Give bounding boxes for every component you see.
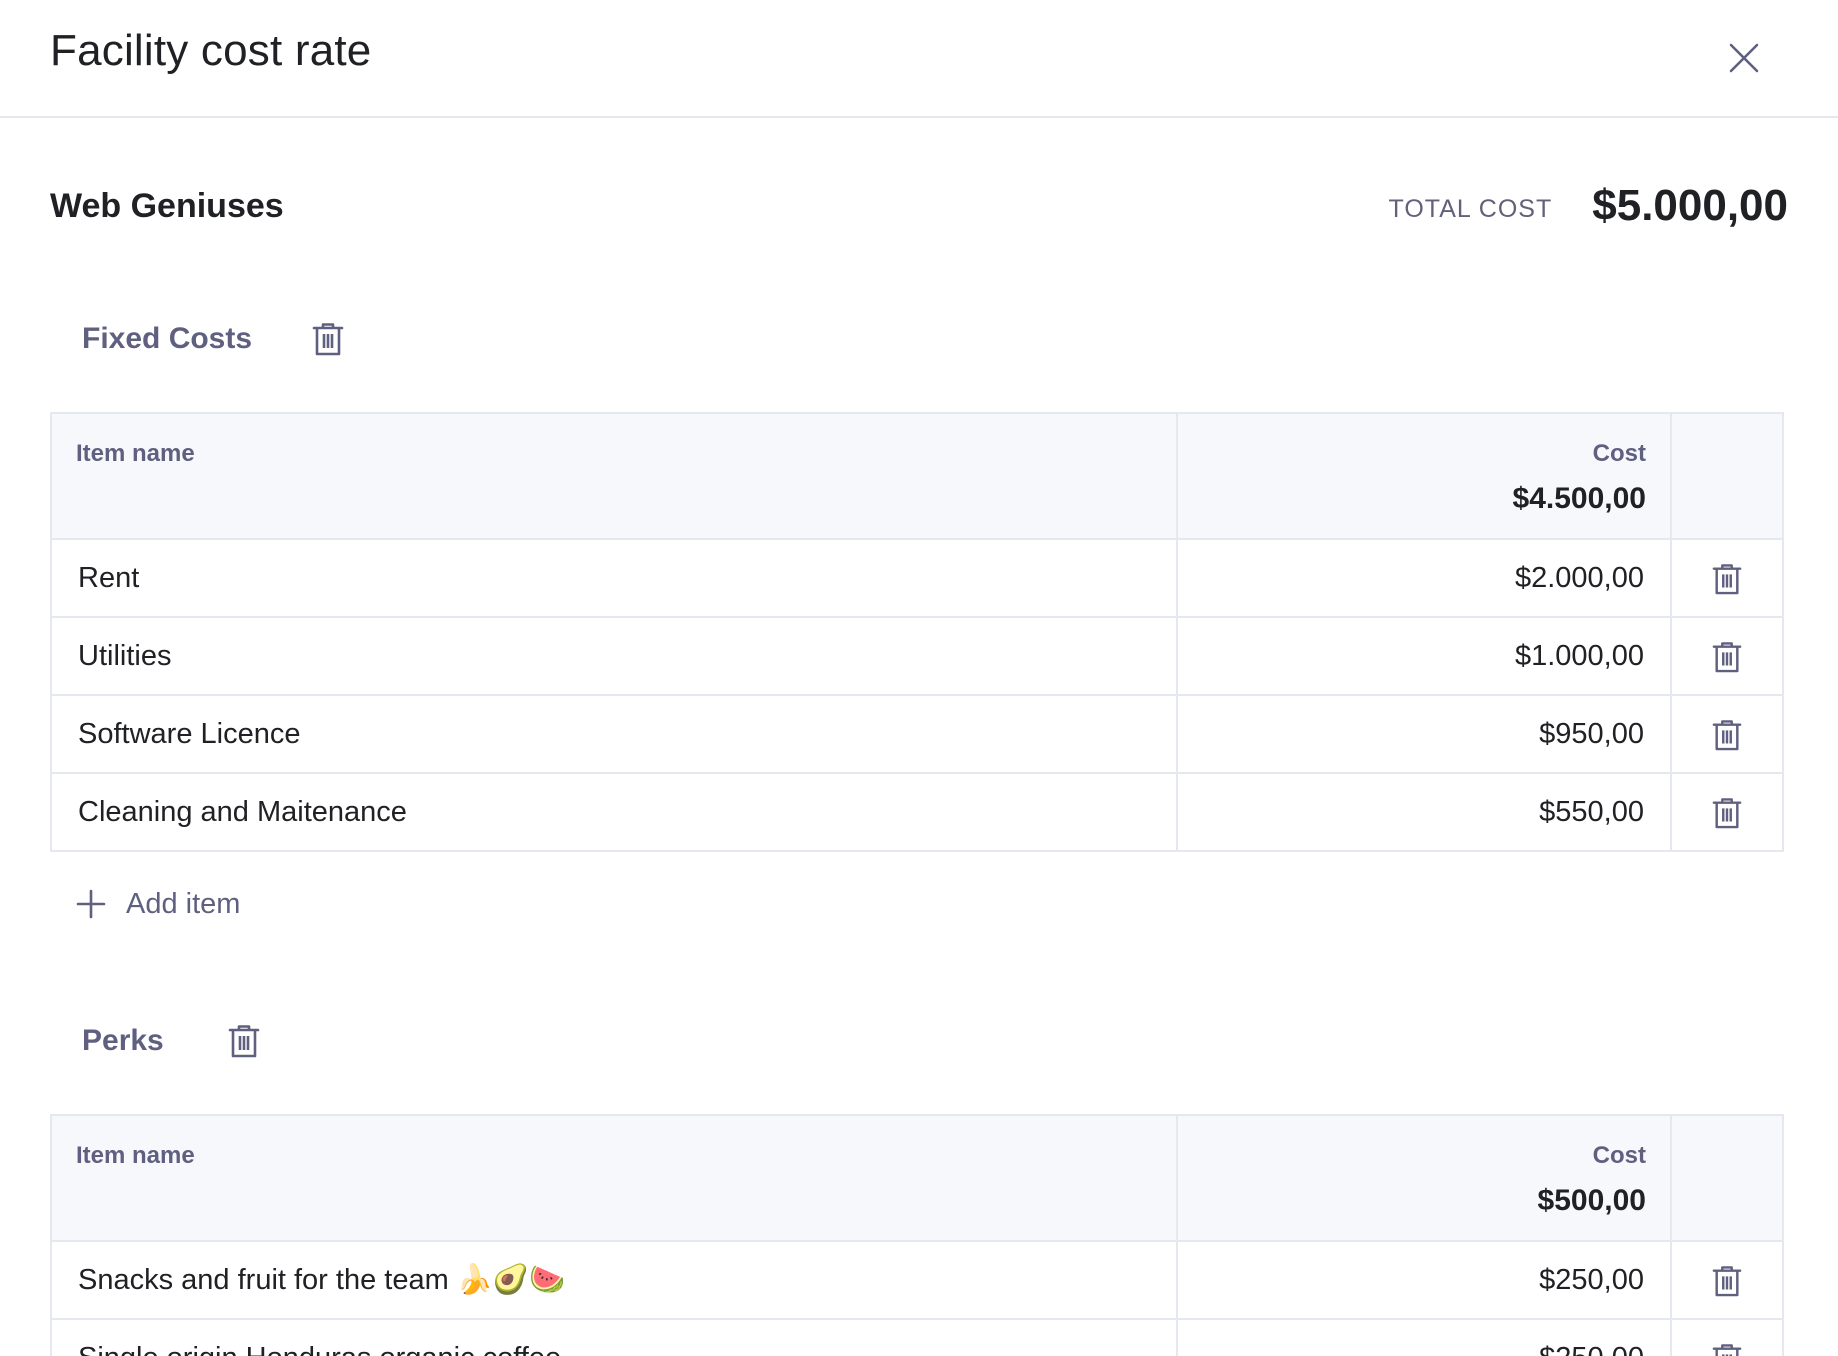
column-header-cost: Cost $4.500,00 bbox=[1176, 412, 1672, 540]
plus-icon bbox=[76, 889, 106, 919]
trash-icon bbox=[1712, 719, 1742, 751]
column-header-cost: Cost $500,00 bbox=[1176, 1114, 1672, 1242]
trash-icon bbox=[1712, 1343, 1742, 1356]
perks-header: Perks bbox=[50, 1008, 1788, 1074]
close-icon bbox=[1729, 43, 1759, 73]
cost-subtotal: $500,00 bbox=[1537, 1184, 1646, 1217]
table-header-row: Item name Cost $4.500,00 bbox=[50, 412, 1784, 540]
perks-title: Perks bbox=[82, 1024, 164, 1057]
trash-icon bbox=[1712, 641, 1742, 673]
total-cost-label: TOTAL COST bbox=[1388, 194, 1553, 223]
item-name[interactable]: Rent bbox=[50, 538, 1178, 618]
trash-icon bbox=[1712, 1265, 1742, 1297]
item-name[interactable]: Utilities bbox=[50, 616, 1178, 696]
table-header-row: Item name Cost $500,00 bbox=[50, 1114, 1784, 1242]
cost-label: Cost bbox=[1592, 1142, 1646, 1169]
column-header-actions bbox=[1670, 412, 1784, 540]
facility-cost-dialog: Facility cost rate Web Geniuses TOTAL CO… bbox=[0, 0, 1838, 1356]
item-cost[interactable]: $1.000,00 bbox=[1176, 616, 1672, 696]
trash-icon bbox=[1712, 797, 1742, 829]
item-cost[interactable]: $2.000,00 bbox=[1176, 538, 1672, 618]
perks-table: Item name Cost $500,00 Snacks and fruit … bbox=[50, 1114, 1784, 1356]
column-header-item-name: Item name bbox=[50, 1114, 1178, 1242]
table-row: Software Licence $950,00 bbox=[50, 694, 1784, 774]
table-row: Cleaning and Maitenance $550,00 bbox=[50, 772, 1784, 852]
fixed-costs-table: Item name Cost $4.500,00 Rent $2.000,00 … bbox=[50, 412, 1784, 852]
column-header-item-name: Item name bbox=[50, 412, 1178, 540]
table-row: Utilities $1.000,00 bbox=[50, 616, 1784, 696]
fixed-costs-header: Fixed Costs bbox=[50, 306, 1788, 372]
item-name[interactable]: Snacks and fruit for the team 🍌🥑🍉 bbox=[50, 1240, 1178, 1320]
table-row: Snacks and fruit for the team 🍌🥑🍉 $250,0… bbox=[50, 1240, 1784, 1320]
organization-name: Web Geniuses bbox=[50, 186, 284, 225]
item-name[interactable]: Cleaning and Maitenance bbox=[50, 772, 1178, 852]
delete-row-button[interactable] bbox=[1712, 797, 1742, 829]
item-cost[interactable]: $550,00 bbox=[1176, 772, 1672, 852]
trash-icon bbox=[312, 322, 344, 356]
cost-label: Cost bbox=[1592, 440, 1646, 467]
item-name[interactable]: Software Licence bbox=[50, 694, 1178, 774]
trash-icon bbox=[1712, 563, 1742, 595]
delete-row-button[interactable] bbox=[1712, 563, 1742, 595]
fixed-costs-title: Fixed Costs bbox=[82, 322, 253, 355]
delete-row-button[interactable] bbox=[1712, 1265, 1742, 1297]
item-cost[interactable]: $250,00 bbox=[1176, 1240, 1672, 1320]
dialog-title: Facility cost rate bbox=[50, 26, 372, 75]
item-cost[interactable]: $950,00 bbox=[1176, 694, 1672, 774]
column-header-actions bbox=[1670, 1114, 1784, 1242]
trash-icon bbox=[228, 1024, 260, 1058]
delete-perks-button[interactable] bbox=[228, 1024, 260, 1058]
total-cost: TOTAL COST $5.000,00 bbox=[1389, 181, 1788, 231]
dialog-header: Facility cost rate bbox=[0, 0, 1838, 118]
dialog-content: Web Geniuses TOTAL COST $5.000,00 Fixed … bbox=[0, 118, 1838, 1356]
cost-subtotal: $4.500,00 bbox=[1512, 482, 1646, 515]
table-row: Rent $2.000,00 bbox=[50, 538, 1784, 618]
total-cost-value: $5.000,00 bbox=[1592, 181, 1788, 230]
add-item-button[interactable]: Add item bbox=[50, 868, 310, 940]
summary-bar: Web Geniuses TOTAL COST $5.000,00 bbox=[50, 118, 1788, 274]
item-name[interactable]: Single origin Honduras organic coffee bbox=[50, 1318, 1178, 1356]
delete-fixed-costs-button[interactable] bbox=[312, 322, 344, 356]
table-row: Single origin Honduras organic coffee $2… bbox=[50, 1318, 1784, 1356]
delete-row-button[interactable] bbox=[1712, 719, 1742, 751]
add-item-label: Add item bbox=[126, 887, 241, 920]
item-cost[interactable]: $250,00 bbox=[1176, 1318, 1672, 1356]
delete-row-button[interactable] bbox=[1712, 641, 1742, 673]
close-button[interactable] bbox=[1714, 28, 1774, 88]
delete-row-button[interactable] bbox=[1712, 1343, 1742, 1356]
